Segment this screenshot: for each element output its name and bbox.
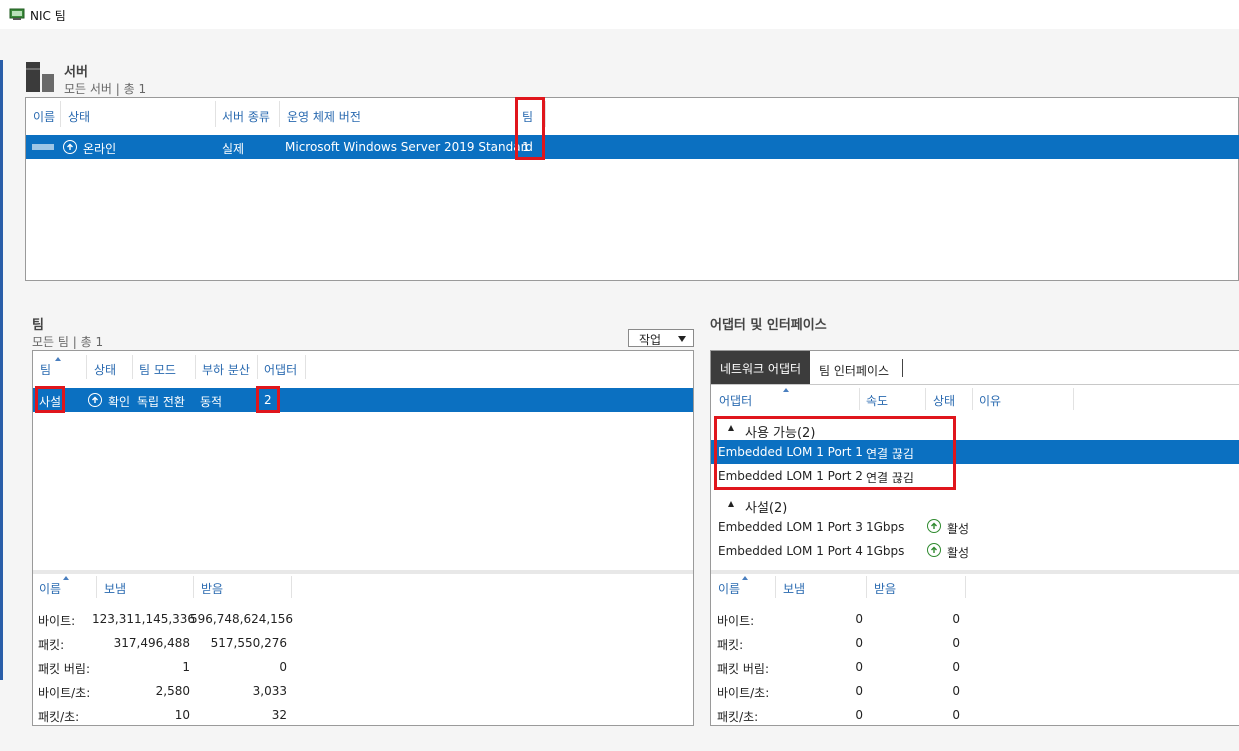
adapter-stat-sent: 0 [855, 708, 863, 722]
team-stat-recv: 596,748,624,156 [190, 612, 294, 626]
teams-col-team[interactable]: 팀 [40, 361, 51, 378]
team-status: 확인 [108, 395, 131, 409]
adapters-title: 어댑터 및 인터페이스 [710, 318, 827, 333]
adapter-stat-recv: 0 [952, 660, 960, 674]
teams-title: 팀 [32, 318, 44, 333]
team-stat-recv: 0 [279, 660, 287, 674]
sort-ascending-icon [63, 576, 69, 580]
teams-splitter[interactable] [33, 570, 693, 574]
teams-action-button[interactable]: 작업 [628, 329, 694, 347]
dropdown-arrow-icon [678, 336, 686, 342]
highlight-box-team-name [35, 386, 65, 413]
server-type: 실제 [222, 142, 245, 156]
team-stat-recv: 3,033 [252, 684, 287, 698]
team-stat-label: 패킷/초: [38, 710, 80, 724]
sort-ascending-icon [55, 357, 61, 361]
highlight-box-available-adapters [714, 416, 956, 490]
active-status-icon [927, 519, 941, 533]
adapters-stats-col-recv[interactable]: 받음 [874, 580, 896, 597]
adapter-status: 활성 [947, 522, 970, 536]
server-row[interactable] [26, 135, 1239, 159]
adapter-stat-label: 바이트: [717, 614, 755, 628]
adapter-speed: 1Gbps [866, 520, 905, 534]
teams-action-label: 작업 [639, 333, 662, 347]
team-mode: 독립 전환 [137, 395, 185, 409]
servers-col-name[interactable]: 이름 [33, 108, 55, 125]
adapters-col-speed[interactable]: 속도 [866, 392, 888, 409]
online-status-icon [63, 140, 77, 154]
adapters-col-status[interactable]: 상태 [933, 392, 955, 409]
team-row[interactable] [33, 388, 693, 412]
adapter-status: 활성 [947, 546, 970, 560]
team-stat-sent: 10 [174, 708, 190, 722]
title-bar [0, 0, 1239, 29]
sort-ascending-icon [742, 576, 748, 580]
teams-col-adapters[interactable]: 어댑터 [264, 361, 297, 378]
tab-team-interfaces[interactable]: 팀 인터페이스 [819, 362, 889, 379]
adapter-speed: 1Gbps [866, 544, 905, 558]
team-stat-sent: 123,311,145,336 [92, 612, 196, 626]
tab-divider [902, 359, 903, 377]
adapter-stat-recv: 0 [952, 636, 960, 650]
teams-stats-col-sent[interactable]: 보냄 [104, 580, 126, 597]
adapter-stat-label: 패킷/초: [717, 710, 759, 724]
adapter-stat-label: 패킷: [717, 638, 744, 652]
adapter-stat-sent: 0 [855, 684, 863, 698]
adapters-stats-col-sent[interactable]: 보냄 [783, 580, 805, 597]
team-ok-status-icon [88, 393, 102, 407]
adapter-stat-recv: 0 [952, 708, 960, 722]
team-stat-sent: 1 [182, 660, 190, 674]
adapter-stat-label: 패킷 버림: [717, 662, 770, 676]
team-stat-sent: 317,496,488 [113, 636, 190, 650]
adapters-splitter[interactable] [711, 570, 1239, 574]
servers-subtitle: 모든 서버 | 총 1 [64, 82, 147, 96]
adapters-col-reason[interactable]: 이유 [979, 392, 1001, 409]
adapter-stat-sent: 0 [855, 612, 863, 626]
window-title: NIC 팀 [30, 9, 66, 23]
servers-col-status[interactable]: 상태 [68, 108, 90, 125]
team-stat-label: 패킷: [38, 638, 65, 652]
server-status: 온라인 [83, 142, 117, 156]
nic-team-app-icon [9, 8, 25, 20]
teams-col-status[interactable]: 상태 [94, 361, 116, 378]
teams-col-mode[interactable]: 팀 모드 [139, 361, 176, 378]
server-icon [26, 62, 54, 92]
adapter-stat-sent: 0 [855, 660, 863, 674]
tab-network-adapters[interactable]: 네트워크 어댑터 [711, 351, 810, 385]
teams-stats-col-recv[interactable]: 받음 [201, 580, 223, 597]
adapter-stat-label: 바이트/초: [717, 686, 770, 700]
highlight-box-teams-column [515, 97, 545, 160]
adapter-stat-recv: 0 [952, 684, 960, 698]
active-status-icon [927, 543, 941, 557]
servers-col-os[interactable]: 운영 체제 버전 [287, 108, 361, 125]
adapters-col-adapter[interactable]: 어댑터 [719, 392, 752, 409]
team-stat-recv: 32 [271, 708, 287, 722]
teams-col-lb[interactable]: 부하 분산 [202, 361, 250, 378]
servers-col-type[interactable]: 서버 종류 [222, 108, 270, 125]
team-stat-label: 바이트/초: [38, 686, 91, 700]
server-name-redacted [32, 144, 54, 150]
teams-subtitle: 모든 팀 | 총 1 [32, 335, 104, 349]
highlight-box-adapter-count [256, 386, 280, 413]
adapter-name: Embedded LOM 1 Port 3 [718, 520, 863, 534]
adapter-name: Embedded LOM 1 Port 4 [718, 544, 863, 558]
server-os: Microsoft Windows Server 2019 Standard [285, 140, 533, 154]
group-private[interactable]: 사설(2) [745, 497, 787, 516]
teams-stats-col-name[interactable]: 이름 [39, 580, 61, 597]
servers-title: 서버 [64, 65, 88, 80]
adapters-stats-col-name[interactable]: 이름 [718, 580, 740, 597]
sort-ascending-icon [783, 388, 789, 392]
team-stat-label: 바이트: [38, 614, 76, 628]
team-lb: 동적 [200, 395, 223, 409]
team-stat-recv: 517,550,276 [210, 636, 287, 650]
adapter-stat-recv: 0 [952, 612, 960, 626]
collapse-triangle-icon[interactable] [728, 501, 734, 507]
adapter-stat-sent: 0 [855, 636, 863, 650]
left-accent-strip [0, 60, 3, 680]
servers-panel [25, 97, 1239, 281]
team-stat-sent: 2,580 [155, 684, 190, 698]
team-stat-label: 패킷 버림: [38, 662, 91, 676]
